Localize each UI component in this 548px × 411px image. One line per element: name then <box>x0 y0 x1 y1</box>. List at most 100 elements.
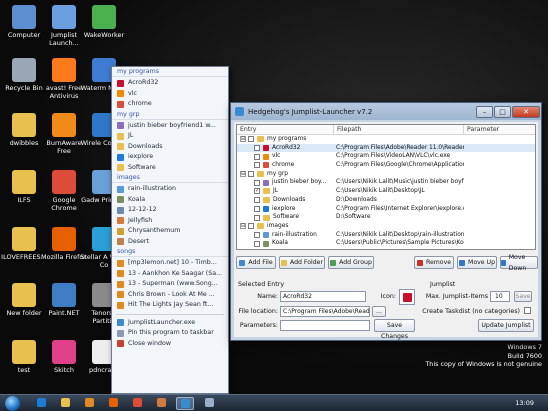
jumplist-item[interactable]: vlc <box>112 89 228 100</box>
tree-entry-row[interactable]: AcroRd32 C:\Program Files\Adobe\Reader 11… <box>237 143 535 153</box>
jumplist-item-label: [mp3lemon.net] 10 - Timb... <box>128 259 217 266</box>
filepath-cell: C:\Program Files\VideoLAN\VLC\vlc.exe <box>336 153 451 160</box>
save-changes-button[interactable]: Save Changes <box>374 319 415 340</box>
collapse-icon[interactable]: ⊟ <box>240 171 246 178</box>
tree-group-row[interactable]: ⊟ my grp <box>237 170 535 179</box>
taskbar-button[interactable] <box>56 397 74 410</box>
entry-checkbox[interactable] <box>248 223 254 230</box>
entry-checkbox[interactable] <box>254 145 260 152</box>
tree-entry-row[interactable] <box>237 248 535 250</box>
entry-checkbox[interactable] <box>254 162 260 169</box>
close-icon <box>117 340 124 348</box>
jumplist-item[interactable]: Chris Brown - Look At Me ... <box>112 290 228 301</box>
start-button[interactable] <box>5 396 20 411</box>
entry-checkbox[interactable] <box>254 231 260 238</box>
jumplist-task[interactable]: JumplistLauncher.exe <box>112 318 228 329</box>
watermark-line: Build 7600 <box>507 351 542 360</box>
jumplist-item[interactable]: 13 - Superman (www.Song... <box>112 279 228 290</box>
tree-entry-row[interactable]: ✓ JL C:\Users\Nikik Lalit\Desktop\JL <box>237 187 535 196</box>
tree-group-row[interactable]: ⊟ images <box>237 222 535 231</box>
remove-button[interactable]: Remove <box>414 256 454 269</box>
browse-button[interactable]: ... <box>372 306 386 317</box>
entry-checkbox[interactable] <box>254 197 260 204</box>
collapse-icon[interactable]: ⊟ <box>240 223 246 230</box>
taskbar-button[interactable] <box>80 397 98 410</box>
entry-checkbox[interactable] <box>254 249 260 250</box>
entry-cell: Koala <box>237 239 334 248</box>
taskbar-clock[interactable]: 13:09 <box>515 399 534 407</box>
taskbar-button[interactable] <box>32 397 50 410</box>
taskbar-button[interactable] <box>152 397 170 410</box>
jumplist-item[interactable]: Koala <box>112 195 228 206</box>
file-location-field[interactable]: C:\Program Files\Adobe\Reader 1 <box>280 306 370 317</box>
jumplist-task[interactable]: Close window <box>112 339 228 350</box>
snipping-icon <box>204 398 214 407</box>
taskbar-jumplist: my programs AcroRd32 vlc chrome my grp justin… <box>111 66 229 394</box>
jumplist-item[interactable]: AcroRd32 <box>112 78 228 89</box>
tree-entry-row[interactable]: iexplore C:\Program Files\Internet Explor… <box>237 205 535 214</box>
entry-checkbox[interactable] <box>254 214 260 221</box>
icon-picker[interactable] <box>399 289 415 305</box>
entry-checkbox[interactable]: ✓ <box>254 188 260 195</box>
file-icon <box>263 179 269 186</box>
taskbar-button[interactable] <box>128 397 146 410</box>
tree-entry-row[interactable]: rain-illustration C:\Users\Nikik Lalit\De… <box>237 231 535 240</box>
add-file-button[interactable]: Add File <box>236 256 276 269</box>
jumplist-item[interactable]: 12-12-12 <box>112 205 228 216</box>
maximize-button[interactable]: □ <box>494 105 511 118</box>
entry-checkbox[interactable] <box>254 153 260 160</box>
app-icon <box>117 319 124 327</box>
entry-checkbox[interactable] <box>254 179 260 186</box>
close-button[interactable]: ✕ <box>512 105 540 118</box>
add-folder-button[interactable]: Add Folder <box>279 256 325 269</box>
tree-entry-row[interactable]: chrome C:\Program Files\Google\Chrome\App… <box>237 161 535 170</box>
move-up-button[interactable]: Move Up <box>457 256 497 269</box>
jumplist-item[interactable]: Software <box>112 163 228 174</box>
tree-entry-row[interactable]: vlc C:\Program Files\VideoLAN\VLC\vlc.exe <box>237 152 535 161</box>
taskbar-button[interactable] <box>104 397 122 410</box>
desktop-icon[interactable]: WakeWorker <box>80 5 128 55</box>
entry-checkbox[interactable] <box>254 205 260 212</box>
jumplist-item[interactable]: [mp3lemon.net] 10 - Timb... <box>112 258 228 269</box>
image-icon <box>117 206 124 214</box>
jumplist-item[interactable]: chrome <box>112 99 228 110</box>
jumplist-item[interactable]: Desert <box>112 237 228 248</box>
firefox-icon <box>52 227 76 251</box>
jumplist-task[interactable]: Pin this program to taskbar <box>112 328 228 339</box>
column-header-filepath[interactable]: Filepath <box>334 125 464 134</box>
jumplist-item[interactable]: Jellyfish <box>112 216 228 227</box>
window-titlebar[interactable]: Hedgehog's Jumplist-Launcher v7.2 – □ ✕ <box>231 103 541 120</box>
tree-group-row[interactable]: ⊟ my programs <box>237 135 535 144</box>
tree-entry-row[interactable]: justin bieber boy... C:\Users\Nikik Lalit… <box>237 178 535 187</box>
save-max-items-button[interactable]: Save <box>514 291 532 302</box>
update-jumplist-button[interactable]: Update Jumplist <box>478 319 534 332</box>
column-header-parameter[interactable]: Parameter <box>464 125 535 134</box>
jumplist-item[interactable]: Chrysanthemum <box>112 226 228 237</box>
add-group-button[interactable]: Add Group <box>328 256 374 269</box>
minimize-button[interactable]: – <box>476 105 493 118</box>
tree-entry-row[interactable]: Koala C:\Users\Public\Pictures\Sample Pic… <box>237 239 535 248</box>
name-field[interactable]: AcroRd32 <box>280 291 366 302</box>
max-items-field[interactable]: 10 <box>490 291 510 302</box>
tree-entry-row[interactable]: Software D:\Software <box>237 213 535 222</box>
jumplist-item[interactable]: JL <box>112 131 228 142</box>
taskdist-checkbox[interactable] <box>524 307 531 314</box>
jumplist-item[interactable]: justin bieber boyfriend1 w... <box>112 121 228 132</box>
entry-checkbox[interactable] <box>248 136 254 143</box>
collapse-icon[interactable]: ⊟ <box>240 136 246 143</box>
entry-tree[interactable]: Entry Filepath Parameter ⊟ my programs Acr… <box>236 124 536 250</box>
jumplist-item[interactable]: Downloads <box>112 142 228 153</box>
jumplist-item[interactable]: iexplore <box>112 152 228 163</box>
jumplist-item[interactable]: rain-illustration <box>112 184 228 195</box>
jumplist-item[interactable]: 13 - Aankhon Ke Saagar (Sa... <box>112 269 228 280</box>
taskbar-button[interactable] <box>200 397 218 410</box>
jumplist-item[interactable]: Hit The Lights Jay Sean ft... <box>112 300 228 311</box>
parameters-field[interactable] <box>280 320 370 331</box>
tree-entry-row[interactable]: Downloads D:\Downloads <box>237 196 535 205</box>
entry-checkbox[interactable] <box>248 171 254 178</box>
move-down-button[interactable]: Move Down <box>500 254 538 272</box>
entry-checkbox[interactable] <box>254 240 260 247</box>
column-header-entry[interactable]: Entry <box>237 125 334 134</box>
jumplist-category-header: images <box>112 173 228 183</box>
taskbar-button[interactable] <box>176 397 194 410</box>
